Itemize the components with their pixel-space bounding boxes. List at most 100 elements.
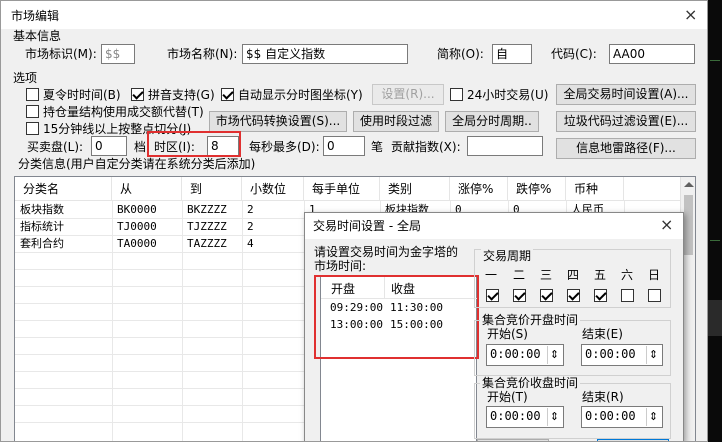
per-sec-unit: 笔 [371, 140, 384, 154]
col-header-to[interactable]: 到 [182, 177, 242, 201]
auction-open-start-value: 0:00:00 [490, 347, 541, 361]
auto-coord-checkbox[interactable] [221, 88, 234, 101]
close-icon[interactable]: × [660, 217, 673, 233]
hold-struct-checkbox[interactable] [26, 105, 39, 118]
trade-time-prompt-line1: 请设置交易时间为金字塔的 [314, 245, 459, 259]
background-line [710, 240, 720, 241]
cell-decimals: 2 [247, 220, 254, 233]
auction-open-label: 集合竞价开盘时间 [480, 313, 581, 327]
col-header-name[interactable]: 分类名 [15, 177, 112, 201]
buy-sell-field[interactable]: 0 [91, 136, 127, 156]
day-label: 五 [594, 268, 607, 282]
col-header-lot[interactable]: 每手单位 [304, 177, 380, 201]
spin-icon[interactable]: ⇕ [547, 346, 561, 364]
auction-open-start-field[interactable]: 0:00:00 ⇕ [486, 344, 564, 366]
spin-icon[interactable]: ⇕ [646, 346, 660, 364]
cell-to: TAZZZZ [187, 237, 227, 250]
day-checkbox[interactable] [594, 289, 607, 302]
info-path-button[interactable]: 信息地雷路径(F)... [556, 138, 696, 159]
market-name-field[interactable]: $$ 自定义指数 [242, 44, 408, 64]
code-label: 代码(C): [551, 47, 597, 61]
day-checkbox[interactable] [648, 289, 661, 302]
day-checkbox[interactable] [486, 289, 499, 302]
auction-open-end-value: 0:00:00 [585, 347, 636, 361]
col-header-filler [624, 177, 680, 201]
col-header-limit-up[interactable]: 涨停% [450, 177, 508, 201]
global-trade-time-button[interactable]: 全局交易时间设置(A)... [556, 84, 696, 105]
abbr-field[interactable]: 自 [492, 44, 532, 64]
hold-struct-label: 持仓量结构使用成交额代替(T) [43, 105, 204, 119]
timezone-highlight [147, 131, 241, 157]
summer-time-checkbox[interactable] [26, 88, 39, 101]
cell-name: 指标统计 [20, 220, 64, 233]
close-icon[interactable]: × [684, 7, 697, 23]
pinyin-checkbox[interactable] [131, 88, 144, 101]
spin-icon[interactable]: ⇕ [547, 408, 561, 426]
market-name-label: 市场名称(N): [167, 47, 238, 61]
market-id-field[interactable]: $$ [101, 44, 135, 64]
day-label: 二 [513, 268, 526, 282]
week-label: 交易周期 [481, 249, 534, 263]
per-sec-field[interactable]: 0 [323, 136, 365, 156]
cell-from: BK0000 [117, 203, 157, 216]
buy-sell-label: 买卖盘(L): [27, 140, 84, 154]
buy-sell-unit: 档 [134, 140, 147, 154]
window-title: 市场编辑 [11, 9, 60, 23]
col-header-decimals[interactable]: 小数位 [242, 177, 304, 201]
auction-close-start-label: 开始(T) [487, 390, 528, 404]
col-header-type[interactable]: 类别 [380, 177, 450, 201]
background-app [708, 0, 722, 442]
trade-time-prompt-line2: 市场时间: [314, 259, 367, 273]
junk-filter-button[interactable]: 垃圾代码过滤设置(E)... [556, 111, 696, 132]
min15-split-checkbox[interactable] [26, 122, 39, 135]
code-convert-button[interactable]: 市场代码转换设置(S)... [209, 111, 347, 132]
trade-time-titlebar: 交易时间设置 - 全局 × [305, 213, 683, 239]
global-period-button[interactable]: 全局分时周期.. [445, 111, 539, 132]
per-sec-label: 每秒最多(D): [249, 140, 320, 154]
contrib-field[interactable] [467, 136, 543, 156]
trade-24h-checkbox[interactable] [450, 88, 463, 101]
cell-name: 板块指数 [20, 203, 64, 216]
summer-time-label: 夏令时时间(B) [43, 88, 121, 102]
cell-to: BKZZZZ [187, 203, 227, 216]
col-header-limit-down[interactable]: 跌停% [508, 177, 566, 201]
day-label: 四 [567, 268, 580, 282]
time-filter-button[interactable]: 使用时段过滤 [353, 111, 439, 132]
background-panel [708, 300, 722, 336]
auction-open-start-label: 开始(S) [487, 327, 528, 341]
market-id-label: 市场标识(M): [25, 47, 97, 61]
day-checkbox[interactable] [621, 289, 634, 302]
basic-info-heading: 基本信息 [13, 29, 62, 43]
title-bar: 市场编辑 × [1, 1, 707, 29]
session-highlight [314, 275, 479, 359]
auction-close-end-field[interactable]: 0:00:00 ⇕ [581, 406, 663, 428]
auction-open-end-label: 结束(E) [582, 327, 623, 341]
auction-open-end-field[interactable]: 0:00:00 ⇕ [581, 344, 663, 366]
col-header-currency[interactable]: 币种 [566, 177, 624, 201]
scroll-thumb[interactable] [684, 195, 693, 255]
day-label: 日 [648, 268, 661, 282]
background-line [710, 60, 720, 61]
abbr-label: 简称(O): [437, 47, 484, 61]
cell-name: 套利合约 [20, 237, 64, 250]
scroll-up-icon[interactable] [684, 182, 694, 187]
trade-time-dialog: 交易时间设置 - 全局 × 请设置交易时间为金字塔的 市场时间: 开盘 收盘 0… [304, 212, 684, 441]
day-checkbox[interactable] [540, 289, 553, 302]
day-label: 三 [540, 268, 553, 282]
trade-time-title: 交易时间设置 - 全局 [313, 219, 421, 233]
auction-close-end-value: 0:00:00 [585, 409, 636, 423]
day-label: 一 [485, 268, 498, 282]
col-header-from[interactable]: 从 [112, 177, 182, 201]
settings-button[interactable]: 设置(R)... [372, 84, 444, 105]
pinyin-label: 拼音支持(G) [148, 88, 215, 102]
code-field[interactable]: AA00 [609, 44, 695, 64]
cell-from: TA0000 [117, 237, 157, 250]
auction-close-label: 集合竞价收盘时间 [480, 376, 581, 390]
trade-24h-label: 24小时交易(U) [467, 88, 549, 102]
auction-close-start-field[interactable]: 0:00:00 ⇕ [486, 406, 564, 428]
options-heading: 选项 [13, 71, 38, 85]
auction-close-start-value: 0:00:00 [490, 409, 541, 423]
spin-icon[interactable]: ⇕ [646, 408, 660, 426]
day-checkbox[interactable] [567, 289, 580, 302]
day-checkbox[interactable] [513, 289, 526, 302]
